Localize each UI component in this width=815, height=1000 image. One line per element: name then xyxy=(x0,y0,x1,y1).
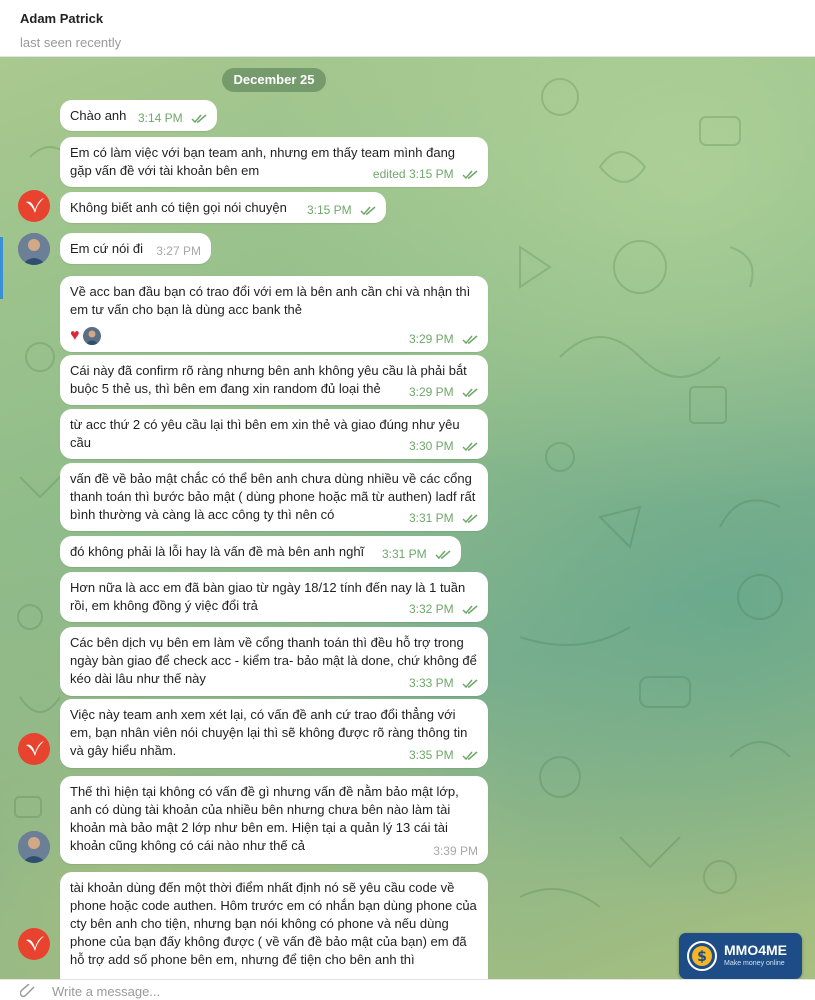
message-bubble[interactable]: Việc này team anh xem xét lại, có vấn đề… xyxy=(60,699,488,768)
message-meta: 3:30 PM xyxy=(409,437,478,455)
double-check-icon xyxy=(462,751,478,761)
message-bubble[interactable]: Em cứ nói đi 3:27 PM xyxy=(60,233,211,264)
message-time: 3:30 PM xyxy=(408,439,454,453)
message-meta: 3:14 PM xyxy=(138,109,207,127)
brand-logo-icon xyxy=(26,741,44,756)
reactor-avatar xyxy=(82,326,101,345)
message-text: Thế thì hiện tại không có vấn đề gì nhưn… xyxy=(70,784,459,853)
double-check-icon xyxy=(462,679,478,689)
message-bubble[interactable]: Các bên dịch vụ bên em làm về cổng thanh… xyxy=(60,627,488,696)
double-check-icon xyxy=(462,605,478,615)
svg-text:$: $ xyxy=(697,949,707,965)
contact-avatar[interactable] xyxy=(18,831,50,863)
person-photo-icon xyxy=(18,831,50,863)
message-time: 3:33 PM xyxy=(408,676,454,690)
message-composer xyxy=(0,979,815,1000)
chat-history[interactable]: December 25 Chào anh 3:14 PM Em có làm v… xyxy=(0,57,815,979)
chat-header[interactable]: Adam Patrick last seen recently xyxy=(0,0,815,57)
message-text: Về acc ban đầu bạn có trao đổi với em là… xyxy=(70,284,471,317)
double-check-icon xyxy=(462,170,478,180)
message-bubble[interactable]: Về acc ban đầu bạn có trao đổi với em là… xyxy=(60,276,488,352)
message-input[interactable] xyxy=(52,983,652,1000)
message-bubble[interactable]: Thế thì hiện tại không có vấn đề gì nhưn… xyxy=(60,776,488,864)
message-meta: 3:29 PM xyxy=(409,330,478,348)
message-text: Không biết anh có tiện gọi nói chuyện xyxy=(70,200,287,215)
message-text: Chào anh xyxy=(70,108,127,123)
double-check-icon xyxy=(360,206,376,216)
message-time: 3:39 PM xyxy=(433,844,478,858)
message-time: 3:14 PM xyxy=(137,111,183,125)
message-time: 3:35 PM xyxy=(408,748,454,762)
message-text: từ acc thứ 2 có yêu cầu lại thì bên em x… xyxy=(70,417,460,450)
message-text: Hơn nữa là acc em đã bàn giao từ ngày 18… xyxy=(70,580,466,613)
user-avatar[interactable] xyxy=(18,928,50,960)
message-meta: 3:31 PM xyxy=(382,545,451,563)
message-meta: 3:31 PM xyxy=(409,509,478,527)
message-bubble[interactable]: từ acc thứ 2 có yêu cầu lại thì bên em x… xyxy=(60,409,488,459)
person-photo-icon xyxy=(18,233,50,265)
message-bubble[interactable]: vấn đề về bảo mật chắc có thể bên anh ch… xyxy=(60,463,488,531)
selection-marker xyxy=(0,237,3,299)
double-check-icon xyxy=(462,335,478,345)
brand-logo-icon xyxy=(26,198,44,213)
message-meta: edited 3:15 PM xyxy=(373,165,478,183)
message-bubble[interactable]: tài khoản dùng đến một thời điểm nhất đị… xyxy=(60,872,488,979)
watermark-logo: $ MMO4ME Make money online xyxy=(679,933,802,979)
message-time: 3:15 PM xyxy=(408,167,454,181)
message-time: 3:31 PM xyxy=(408,511,454,525)
edited-label: edited xyxy=(372,167,406,181)
message-time: 3:29 PM xyxy=(408,332,454,346)
contact-name[interactable]: Adam Patrick xyxy=(20,11,795,26)
date-separator: December 25 xyxy=(222,68,326,92)
message-meta: 3:29 PM xyxy=(409,383,478,401)
message-meta: 3:15 PM xyxy=(307,201,376,219)
message-text: Việc này team anh xem xét lại, có vấn đề… xyxy=(70,707,468,758)
user-avatar[interactable] xyxy=(18,733,50,765)
contact-status: last seen recently xyxy=(20,35,122,50)
message-time: 3:32 PM xyxy=(408,602,454,616)
message-bubble[interactable]: Em có làm việc với bạn team anh, nhưng e… xyxy=(60,137,488,187)
message-bubble[interactable]: Hơn nữa là acc em đã bàn giao từ ngày 18… xyxy=(60,572,488,622)
contact-avatar[interactable] xyxy=(18,233,50,265)
double-check-icon xyxy=(462,442,478,452)
message-text: tài khoản dùng đến một thời điểm nhất đị… xyxy=(70,880,477,967)
message-reactions[interactable]: ♥ xyxy=(70,326,101,345)
message-text: Em cứ nói đi xyxy=(70,241,144,256)
message-time: 3:15 PM xyxy=(306,203,352,217)
person-photo-icon xyxy=(84,330,99,345)
message-meta: 3:39 PM xyxy=(433,842,478,860)
double-check-icon xyxy=(462,514,478,524)
double-check-icon xyxy=(435,550,451,560)
message-meta: 3:33 PM xyxy=(409,674,478,692)
message-bubble[interactable]: Chào anh 3:14 PM xyxy=(60,100,217,131)
paperclip-icon[interactable] xyxy=(20,984,38,998)
message-meta: 3:32 PM xyxy=(409,600,478,618)
message-bubble[interactable]: đó không phải là lỗi hay là vấn đề mà bê… xyxy=(60,536,461,567)
message-text: đó không phải là lỗi hay là vấn đề mà bê… xyxy=(70,544,365,559)
heart-reaction-icon[interactable]: ♥ xyxy=(70,327,80,345)
message-time: 3:29 PM xyxy=(408,385,454,399)
message-bubble[interactable]: Cái này đã confirm rõ ràng nhưng bên anh… xyxy=(60,355,488,405)
double-check-icon xyxy=(191,114,207,124)
double-check-icon xyxy=(462,388,478,398)
message-time: 3:31 PM xyxy=(381,547,427,561)
user-avatar[interactable] xyxy=(18,190,50,222)
message-bubble[interactable]: Không biết anh có tiện gọi nói chuyện 3:… xyxy=(60,192,386,223)
message-meta: 3:35 PM xyxy=(409,746,478,764)
dollar-coin-icon: $ xyxy=(687,941,717,971)
message-time: 3:27 PM xyxy=(156,244,201,258)
brand-logo-icon xyxy=(26,936,44,951)
message-text: Cái này đã confirm rõ ràng nhưng bên anh… xyxy=(70,363,467,396)
watermark-brand: MMO4ME xyxy=(724,942,787,958)
message-meta: 3:27 PM xyxy=(156,242,201,260)
watermark-tagline: Make money online xyxy=(724,960,785,967)
